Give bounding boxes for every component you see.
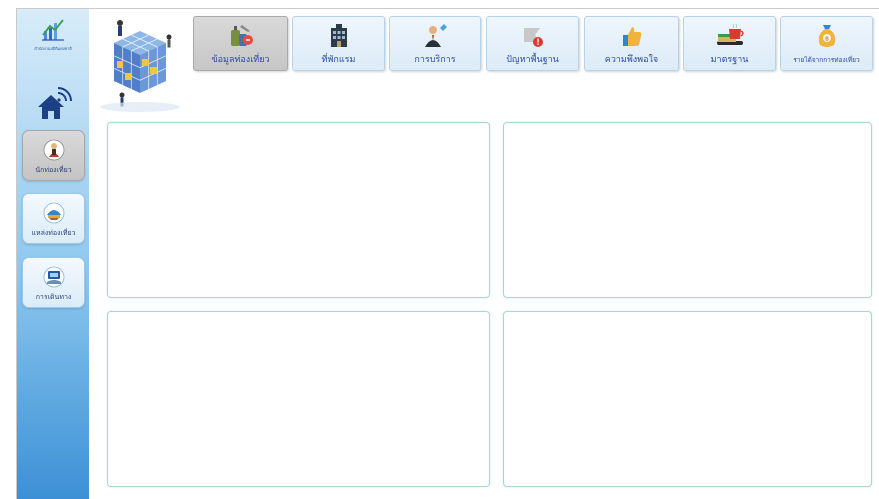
logo-text: สำนักงานสถิติแห่งชาติ: [34, 46, 72, 51]
sidebar: สำนักงานสถิติแห่งชาติ นักท่องเที่ยว แหล่…: [17, 9, 89, 499]
tab-standards[interactable]: มาตรฐาน: [683, 16, 776, 71]
attraction-icon: [43, 202, 64, 224]
money-bag-icon: ฿: [818, 25, 835, 47]
chart-logo-icon: [42, 19, 64, 41]
content-panel-top-right: [503, 122, 872, 298]
content-panel-top-left: [107, 122, 490, 298]
tab-label: ปัญหาพื้นฐาน: [506, 55, 559, 65]
tab-label: ข้อมูลท่องเที่ยว: [211, 55, 270, 65]
sidebar-item-label: การเดินทาง: [35, 293, 72, 301]
tea-cup-icon: [716, 23, 744, 45]
tab-tourism-revenue[interactable]: ฿ รายได้จากการท่องเที่ยว: [780, 16, 873, 71]
sidebar-item-label: แหล่งท่องเที่ยว: [31, 229, 76, 237]
tab-label: ที่พักแรม: [321, 55, 356, 65]
tab-label: รายได้จากการท่องเที่ยว: [793, 56, 860, 64]
svg-text:฿: ฿: [825, 36, 829, 43]
sidebar-item-travel[interactable]: การเดินทาง: [22, 257, 85, 308]
tab-services[interactable]: การบริการ: [389, 16, 481, 71]
tab-accommodation[interactable]: ที่พักแรม: [292, 16, 385, 71]
service-staff-icon: [425, 24, 447, 47]
luggage-icon: [230, 25, 253, 46]
home-button[interactable]: [36, 87, 72, 127]
content-panel-bottom-left: [107, 311, 490, 487]
warning-icon: [523, 28, 543, 47]
travel-icon: [43, 266, 64, 288]
content-panel-bottom-right: [503, 311, 872, 487]
sidebar-item-label: นักท่องเที่ยว: [35, 166, 72, 174]
tab-satisfaction[interactable]: ความพึงพอใจ: [584, 16, 679, 71]
tab-label: ความพึงพอใจ: [604, 55, 659, 65]
app-logo[interactable]: สำนักงานสถิติแห่งชาติ: [29, 17, 77, 67]
sidebar-item-tourists[interactable]: นักท่องเที่ยว: [22, 130, 85, 181]
tab-label: มาตรฐาน: [710, 55, 749, 65]
tourist-icon: [43, 139, 64, 161]
tab-tourism-data[interactable]: ข้อมูลท่องเที่ยว: [193, 16, 288, 71]
data-cube-illustration: [92, 15, 188, 115]
home-wifi-icon: [38, 87, 72, 119]
tab-basic-problems[interactable]: ปัญหาพื้นฐาน: [486, 16, 579, 71]
tab-label: การบริการ: [414, 55, 456, 65]
thumbs-up-icon: [622, 27, 641, 46]
hotel-icon: [330, 24, 347, 47]
sidebar-item-attractions[interactable]: แหล่งท่องเที่ยว: [22, 193, 85, 244]
